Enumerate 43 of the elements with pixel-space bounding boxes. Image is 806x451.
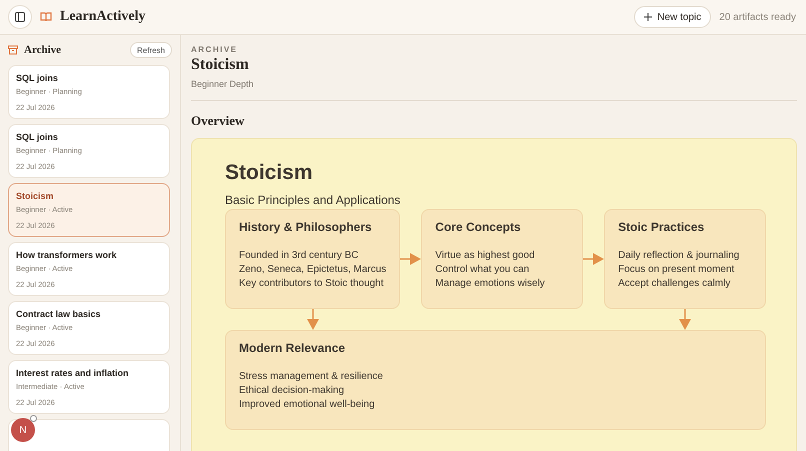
app-name: LearnActively: [60, 9, 146, 25]
refresh-button[interactable]: Refresh: [130, 42, 172, 58]
box-text: Daily reflection & journaling: [618, 249, 740, 263]
topic-title: SQL joins: [16, 73, 59, 83]
topic-title: Stoicism: [16, 191, 55, 201]
box-title: Modern Relevance: [239, 341, 346, 355]
arrow-icon: [679, 309, 692, 330]
box-title: History & Philosophers: [239, 220, 373, 234]
diagram-subtitle: Basic Principles and Applications: [225, 193, 402, 207]
section-heading: Overview: [191, 113, 244, 129]
topic-title: SQL joins: [16, 132, 59, 142]
book-icon: [40, 12, 52, 22]
status-dot: [30, 415, 37, 422]
arrow-icon: [400, 253, 422, 265]
box-title: Core Concepts: [435, 220, 522, 234]
new-topic-button[interactable]: New topic: [634, 6, 712, 28]
box-title: Stoic Practices: [618, 220, 706, 234]
box-text: Manage emotions wisely: [435, 277, 546, 291]
breadcrumb-label: ARCHIVE: [191, 45, 238, 54]
box-text: Virtue as highest good: [435, 249, 536, 263]
page-title: Stoicism: [191, 56, 249, 74]
topic-title: How transformers work: [16, 250, 118, 260]
arrow-icon: [583, 253, 604, 265]
box-text: Improved emotional well-being: [239, 398, 376, 412]
archive-icon: [8, 45, 18, 55]
topic-title: Contract law basics: [16, 309, 102, 319]
box-text: Key contributors to Stoic thought: [239, 277, 385, 291]
plus-icon: [644, 13, 652, 21]
box-text: Stress management & resilience: [239, 370, 384, 384]
box-text: Zeno, Seneca, Epictetus, Marcus: [239, 263, 386, 277]
box-text: Control what you can: [435, 263, 530, 277]
box-text: Founded in 3rd century BC: [239, 249, 360, 263]
box-text: Focus on present moment: [618, 263, 736, 277]
arrow-icon: [306, 309, 319, 330]
box-text: Accept challenges calmly: [618, 277, 732, 291]
page-subtitle: Beginner Depth: [191, 79, 254, 89]
status-text: 20 artifacts ready: [719, 12, 796, 22]
topic-title: Interest rates and inflation: [16, 368, 130, 378]
sidebar-icon: [15, 12, 25, 22]
diagram-title: Stoicism: [225, 161, 314, 185]
sidebar-toggle-button[interactable]: [8, 5, 32, 29]
box-text: Ethical decision-making: [239, 384, 346, 398]
sidebar-title: Archive: [24, 44, 62, 56]
